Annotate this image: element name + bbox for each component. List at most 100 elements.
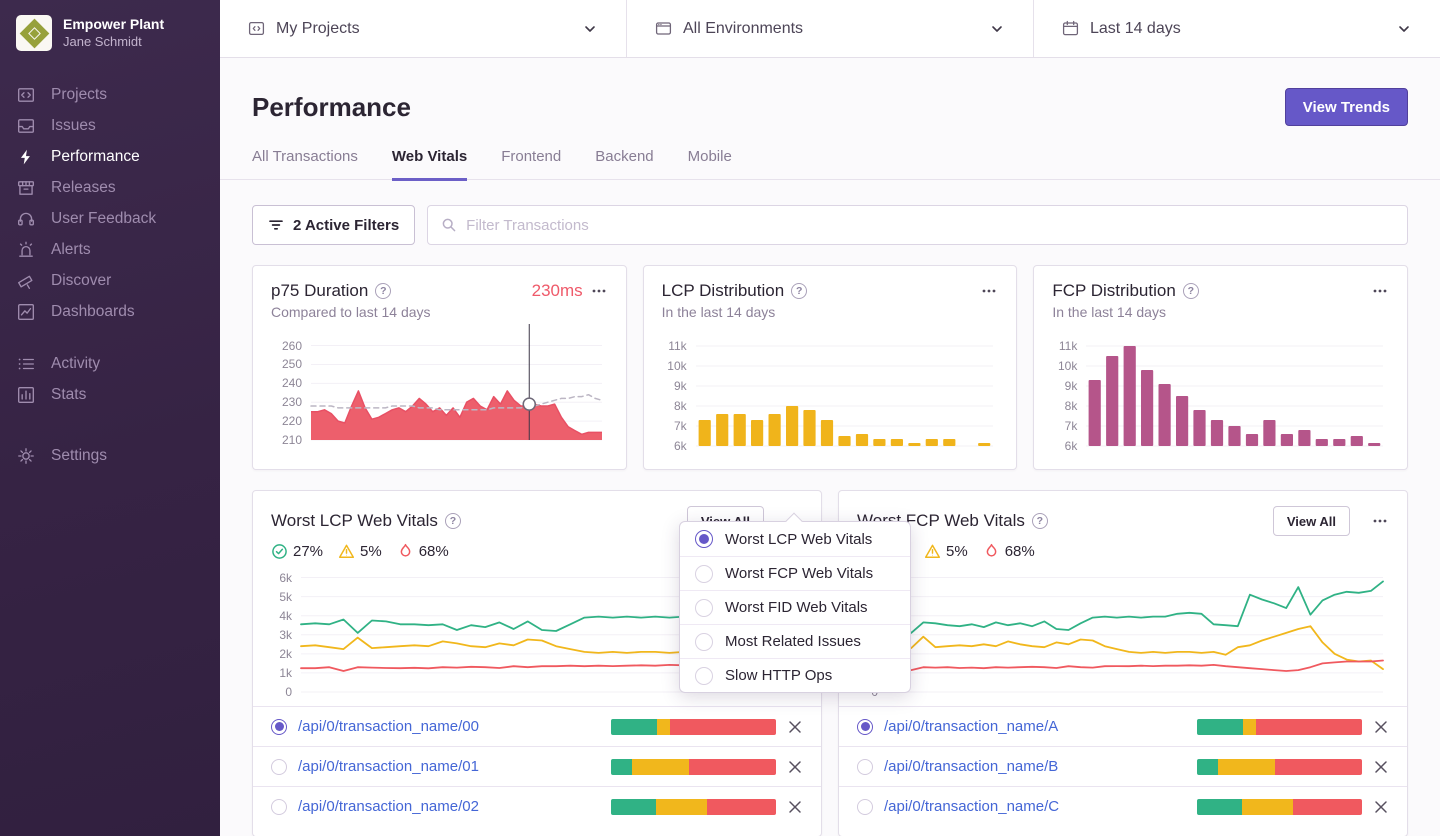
close-icon[interactable] bbox=[787, 759, 803, 775]
chevron-down-icon bbox=[989, 21, 1005, 37]
search-input[interactable] bbox=[466, 217, 1394, 234]
transaction-radio[interactable] bbox=[857, 759, 873, 775]
org-avatar bbox=[16, 15, 52, 51]
menu-option-most-related-issues[interactable]: Most Related Issues bbox=[680, 624, 910, 658]
menu-option-slow-http-ops[interactable]: Slow HTTP Ops bbox=[680, 658, 910, 692]
window-icon bbox=[655, 20, 672, 37]
org-name: Empower Plant bbox=[63, 16, 164, 34]
option-radio[interactable] bbox=[695, 530, 713, 548]
transaction-radio[interactable] bbox=[271, 759, 287, 775]
tab-web-vitals[interactable]: Web Vitals bbox=[392, 148, 467, 181]
sidebar-item-projects[interactable]: Projects bbox=[0, 79, 220, 110]
vitals-distribution-bar bbox=[611, 759, 776, 775]
sidebar-item-settings[interactable]: Settings bbox=[0, 440, 220, 471]
user-feedback-icon bbox=[17, 210, 35, 228]
close-icon[interactable] bbox=[1373, 719, 1389, 735]
sidebar-item-activity[interactable]: Activity bbox=[0, 348, 220, 379]
more-options-icon[interactable] bbox=[590, 282, 608, 300]
transaction-row: /api/0/transaction_name/01 bbox=[253, 746, 821, 786]
filter-icon bbox=[268, 217, 284, 233]
transaction-row: /api/0/transaction_name/B bbox=[839, 746, 1407, 786]
performance-tabs: All Transactions Web Vitals Frontend Bac… bbox=[220, 126, 1440, 180]
transaction-link[interactable]: /api/0/transaction_name/02 bbox=[298, 798, 479, 815]
tab-frontend[interactable]: Frontend bbox=[501, 148, 561, 181]
alerts-icon bbox=[17, 241, 35, 259]
org-switcher[interactable]: Empower Plant Jane Schmidt bbox=[0, 0, 220, 65]
option-radio[interactable] bbox=[695, 667, 713, 685]
sidebar-item-dashboards[interactable]: Dashboards bbox=[0, 296, 220, 327]
option-radio[interactable] bbox=[695, 633, 713, 651]
menu-option-worst-fcp[interactable]: Worst FCP Web Vitals bbox=[680, 556, 910, 590]
transaction-link[interactable]: /api/0/transaction_name/A bbox=[884, 718, 1058, 735]
transaction-link[interactable]: /api/0/transaction_name/01 bbox=[298, 758, 479, 775]
card-subtitle: In the last 14 days bbox=[1052, 304, 1389, 320]
view-trends-button[interactable]: View Trends bbox=[1285, 88, 1408, 126]
good-stat: 27% bbox=[271, 543, 323, 560]
projects-icon bbox=[17, 86, 35, 104]
card-title: LCP Distribution bbox=[662, 281, 785, 301]
sidebar-item-stats[interactable]: Stats bbox=[0, 379, 220, 410]
help-icon[interactable]: ? bbox=[445, 513, 461, 529]
sidebar-item-discover[interactable]: Discover bbox=[0, 265, 220, 296]
date-range-selector[interactable]: Last 14 days bbox=[1033, 0, 1440, 57]
close-icon[interactable] bbox=[787, 719, 803, 735]
project-selector[interactable]: My Projects bbox=[220, 0, 626, 57]
chevron-down-icon bbox=[1396, 21, 1412, 37]
close-icon[interactable] bbox=[787, 799, 803, 815]
sidebar-item-performance[interactable]: Performance bbox=[0, 141, 220, 172]
lcp-distribution-chart: 11k10k9k8k7k6k bbox=[662, 336, 999, 450]
active-filters-button[interactable]: 2 Active Filters bbox=[252, 205, 415, 245]
sidebar-item-alerts[interactable]: Alerts bbox=[0, 234, 220, 265]
sidebar-item-issues[interactable]: Issues bbox=[0, 110, 220, 141]
tab-mobile[interactable]: Mobile bbox=[688, 148, 732, 181]
help-icon[interactable]: ? bbox=[375, 283, 391, 299]
projects-icon bbox=[248, 20, 265, 37]
sidebar-item-releases[interactable]: Releases bbox=[0, 172, 220, 203]
option-radio[interactable] bbox=[695, 565, 713, 583]
view-all-button[interactable]: View All bbox=[1273, 506, 1350, 536]
lcp-distribution-card: LCP Distribution ? In the last 14 days 1… bbox=[643, 265, 1018, 470]
help-icon[interactable]: ? bbox=[791, 283, 807, 299]
close-icon[interactable] bbox=[1373, 799, 1389, 815]
transaction-link[interactable]: /api/0/transaction_name/B bbox=[884, 758, 1058, 775]
help-icon[interactable]: ? bbox=[1183, 283, 1199, 299]
option-radio[interactable] bbox=[695, 599, 713, 617]
p75-duration-card: p75 Duration ? 230ms Compared to last 14… bbox=[252, 265, 627, 470]
fcp-distribution-chart: 11k10k9k8k7k6k bbox=[1052, 336, 1389, 450]
transaction-radio[interactable] bbox=[857, 799, 873, 815]
environment-selector[interactable]: All Environments bbox=[626, 0, 1033, 57]
transaction-link[interactable]: /api/0/transaction_name/00 bbox=[298, 718, 479, 735]
more-options-icon[interactable] bbox=[980, 282, 998, 300]
tab-backend[interactable]: Backend bbox=[595, 148, 653, 181]
vitals-distribution-bar bbox=[1197, 799, 1362, 815]
releases-icon bbox=[17, 179, 35, 197]
transaction-list: /api/0/transaction_name/00 /api/0/transa… bbox=[253, 706, 821, 826]
card-title: p75 Duration bbox=[271, 281, 368, 301]
menu-option-worst-fid[interactable]: Worst FID Web Vitals bbox=[680, 590, 910, 624]
transaction-link[interactable]: /api/0/transaction_name/C bbox=[884, 798, 1059, 815]
main-content: Performance View Trends All Transactions… bbox=[220, 58, 1440, 836]
sidebar-nav: Projects Issues Performance Releases Use… bbox=[0, 65, 220, 471]
search-icon bbox=[441, 217, 457, 233]
transaction-row: /api/0/transaction_name/C bbox=[839, 786, 1407, 826]
sidebar-item-user-feedback[interactable]: User Feedback bbox=[0, 203, 220, 234]
calendar-icon bbox=[1062, 20, 1079, 37]
tab-all-transactions[interactable]: All Transactions bbox=[252, 148, 358, 181]
card-subtitle: In the last 14 days bbox=[662, 304, 999, 320]
worst-fcp-card: Worst FCP Web Vitals ? View All 27% 5% bbox=[838, 490, 1408, 836]
sidebar: Empower Plant Jane Schmidt Projects Issu… bbox=[0, 0, 220, 836]
issues-icon bbox=[17, 117, 35, 135]
close-icon[interactable] bbox=[1373, 759, 1389, 775]
more-options-icon[interactable] bbox=[1371, 282, 1389, 300]
settings-icon bbox=[17, 447, 35, 465]
flame-icon bbox=[397, 543, 414, 560]
flame-icon bbox=[983, 543, 1000, 560]
warning-triangle-icon bbox=[338, 543, 355, 560]
transaction-radio[interactable] bbox=[271, 799, 287, 815]
transaction-radio[interactable] bbox=[857, 719, 873, 735]
search-box bbox=[427, 205, 1408, 245]
transaction-radio[interactable] bbox=[271, 719, 287, 735]
help-icon[interactable]: ? bbox=[1032, 513, 1048, 529]
p75-duration-chart: 260250240230220210 bbox=[271, 338, 608, 444]
more-options-icon[interactable] bbox=[1371, 512, 1389, 530]
